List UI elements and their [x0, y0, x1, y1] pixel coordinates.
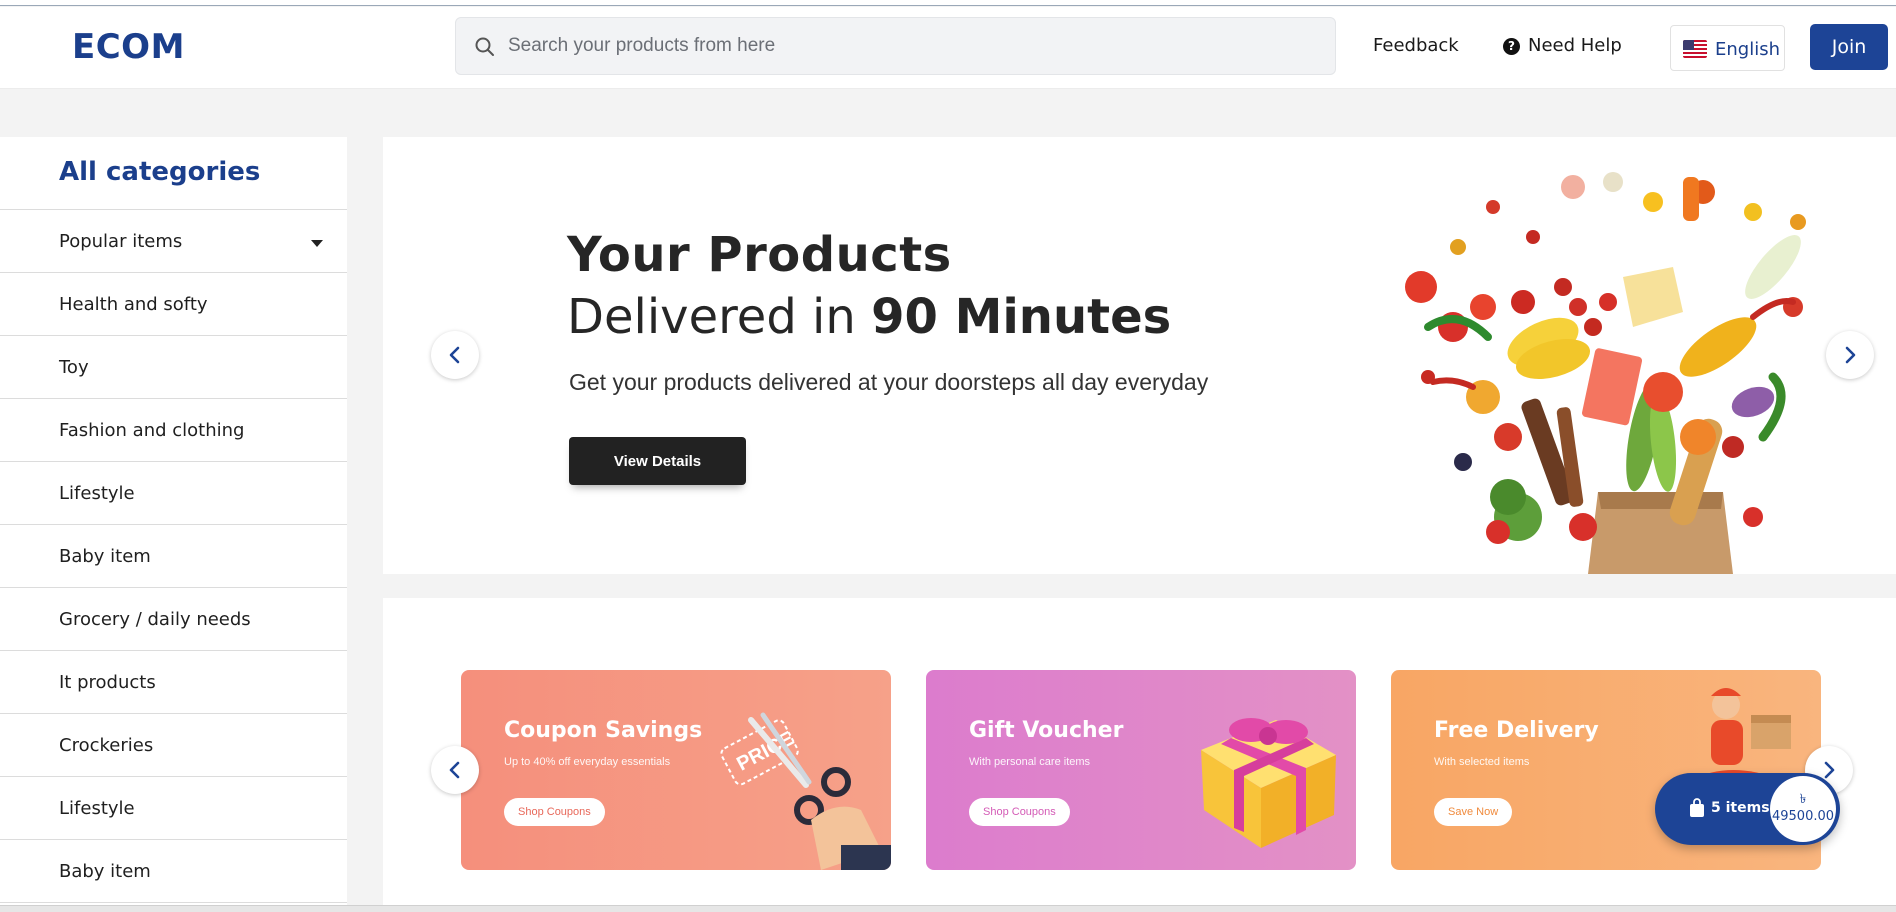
- chevron-right-icon: [1824, 761, 1835, 779]
- hero-banner: Your Products Delivered in 90 Minutes Ge…: [383, 137, 1896, 574]
- horizontal-scrollbar[interactable]: [0, 905, 1896, 912]
- promo-section: Coupon Savings Up to 40% off everyday es…: [383, 598, 1896, 912]
- category-item[interactable]: Grocery / daily needs: [0, 588, 347, 651]
- save-now-button[interactable]: Save Now: [1434, 798, 1513, 826]
- scissors-price-tag-icon: PRICE: [720, 712, 891, 870]
- category-item[interactable]: Baby item: [0, 840, 347, 903]
- language-selector[interactable]: English: [1670, 25, 1785, 71]
- category-label: Crockeries: [59, 735, 154, 756]
- category-item[interactable]: Health and softy: [0, 273, 347, 336]
- join-button[interactable]: Join: [1810, 24, 1888, 70]
- category-label: Fashion and clothing: [59, 420, 245, 441]
- promo-title: Coupon Savings: [504, 718, 703, 743]
- shopping-bag-icon: [1690, 798, 1704, 817]
- caret-down-icon[interactable]: [311, 240, 323, 247]
- category-item[interactable]: Baby item: [0, 525, 347, 588]
- promo-subtitle: With personal care items: [969, 756, 1091, 768]
- promo-prev-button[interactable]: [431, 746, 479, 794]
- shop-coupons-button[interactable]: Shop Coupons: [504, 798, 605, 826]
- promo-card-coupon[interactable]: Coupon Savings Up to 40% off everyday es…: [461, 670, 891, 870]
- search-bar[interactable]: [455, 17, 1336, 75]
- promo-card-gift[interactable]: Gift Voucher With personal care items Sh…: [926, 670, 1356, 870]
- hero-title-line2: Delivered in 90 Minutes: [567, 289, 1171, 345]
- search-icon: [475, 37, 494, 56]
- category-list: Popular items Health and softy Toy Fashi…: [0, 209, 347, 903]
- logo[interactable]: ECOM: [72, 27, 185, 67]
- category-item[interactable]: Lifestyle: [0, 777, 347, 840]
- groceries-illustration: [1405, 172, 1806, 574]
- search-input[interactable]: [508, 18, 1308, 74]
- cart-item-count: 5 items: [1711, 800, 1770, 816]
- gift-box-icon: [1201, 718, 1336, 848]
- feedback-link[interactable]: Feedback: [1373, 35, 1459, 56]
- category-label: Grocery / daily needs: [59, 609, 251, 630]
- hero-title-prefix: Delivered in: [567, 289, 872, 345]
- hero-prev-button[interactable]: [431, 331, 479, 379]
- promo-title: Free Delivery: [1434, 718, 1599, 743]
- category-label: Health and softy: [59, 294, 208, 315]
- category-sidebar: All categories Popular items Health and …: [0, 137, 347, 912]
- window-top-border: [0, 0, 1896, 6]
- category-item[interactable]: It products: [0, 651, 347, 714]
- promo-subtitle: Up to 40% off everyday essentials: [504, 756, 671, 768]
- promo-subtitle: With selected items: [1434, 756, 1530, 768]
- hero-title: Your Products: [567, 227, 952, 283]
- category-item[interactable]: Popular items: [0, 210, 347, 273]
- category-item[interactable]: Toy: [0, 336, 347, 399]
- category-label: Popular items: [59, 231, 183, 252]
- question-circle-icon: ?: [1503, 38, 1520, 55]
- category-label: Baby item: [59, 861, 151, 882]
- help-label: Need Help: [1528, 35, 1622, 56]
- hero-subtitle: Get your products delivered at your door…: [569, 369, 1209, 395]
- currency-symbol: ৳: [1799, 792, 1807, 807]
- hero-next-button[interactable]: [1826, 331, 1874, 379]
- category-label: It products: [59, 672, 156, 693]
- category-label: Lifestyle: [59, 798, 135, 819]
- cart-amount: 49500.00: [1771, 809, 1835, 824]
- category-item[interactable]: Lifestyle: [0, 462, 347, 525]
- hero-title-emphasis: 90 Minutes: [871, 289, 1172, 345]
- shop-coupons-button[interactable]: Shop Coupons: [969, 798, 1070, 826]
- language-label: English: [1715, 39, 1780, 60]
- view-details-button[interactable]: View Details: [569, 437, 746, 485]
- category-label: Lifestyle: [59, 483, 135, 504]
- chevron-left-icon: [449, 346, 460, 364]
- category-label: Baby item: [59, 546, 151, 567]
- us-flag-icon: [1683, 40, 1707, 58]
- category-item[interactable]: Fashion and clothing: [0, 399, 347, 462]
- category-label: Toy: [59, 357, 89, 378]
- category-item[interactable]: Crockeries: [0, 714, 347, 777]
- cart-total: ৳ 49500.00: [1770, 776, 1836, 842]
- promo-title: Gift Voucher: [969, 718, 1124, 743]
- site-header: ECOM Feedback ? Need Help English Join: [0, 7, 1896, 89]
- chevron-left-icon: [449, 761, 460, 779]
- help-link[interactable]: ? Need Help: [1503, 35, 1622, 56]
- categories-title: All categories: [59, 157, 261, 187]
- chevron-right-icon: [1845, 346, 1856, 364]
- floating-cart[interactable]: 5 items ৳ 49500.00: [1655, 773, 1840, 845]
